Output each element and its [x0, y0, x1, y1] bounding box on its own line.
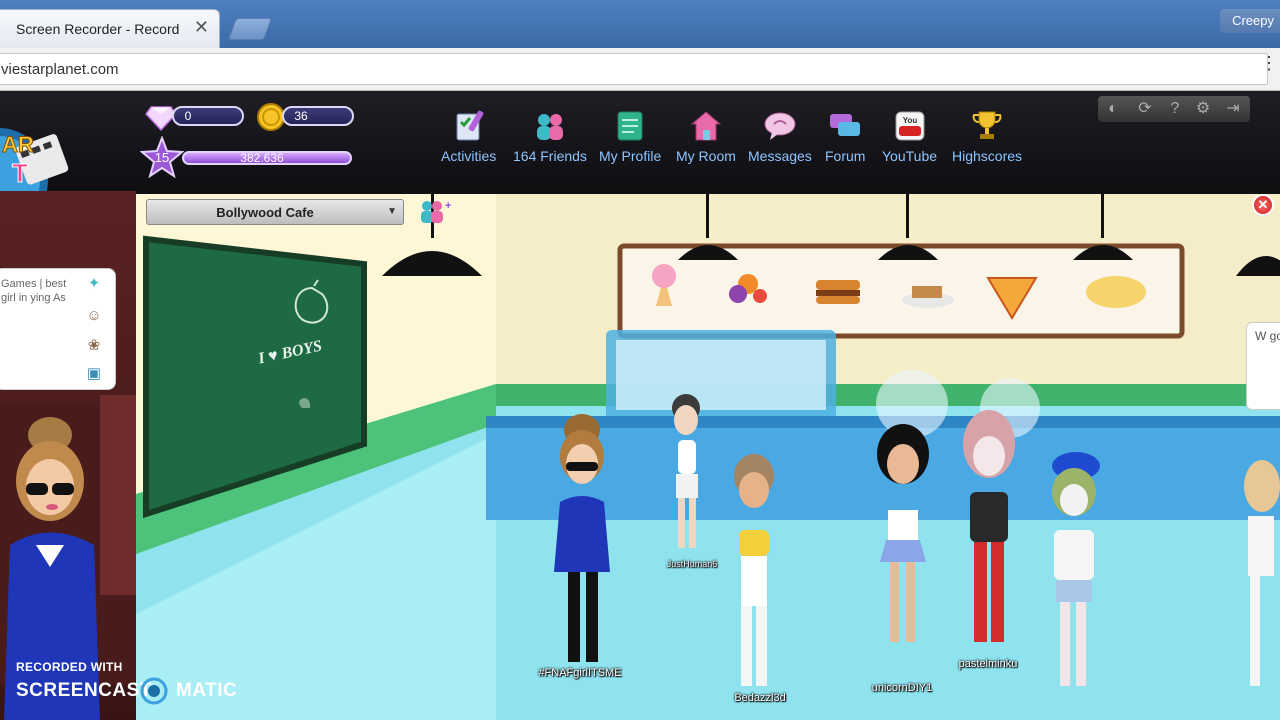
settings-icon[interactable]: ⚙	[1194, 100, 1212, 118]
speech-bubble: W go	[1246, 322, 1280, 410]
forum-icon	[830, 114, 861, 136]
level-number: 15	[154, 150, 170, 165]
nav-label: My Profile	[599, 148, 662, 164]
add-friends-icon[interactable]: +	[415, 197, 451, 225]
refresh-icon[interactable]: ⟳	[1136, 100, 1154, 118]
svg-text:AR: AR	[2, 132, 34, 157]
nav-label: Highscores	[952, 148, 1023, 164]
address-bar-area: viestarplanet.com ⋮	[0, 48, 1280, 91]
fame-value: 382.636	[240, 151, 284, 165]
chevron-down-icon: ▼	[387, 206, 397, 217]
nav-label: Activities	[441, 148, 497, 164]
trophy-icon	[972, 111, 1002, 139]
nav-my-profile[interactable]: My Profile	[599, 108, 661, 164]
browser-tab-bar: Screen Recorder - Record ✕ Creepy	[0, 0, 1280, 48]
svg-text:You: You	[902, 116, 917, 125]
avatar-face-icon[interactable]: ☺	[85, 307, 103, 325]
screencast-logo-icon	[140, 677, 168, 705]
nav-forum[interactable]: Forum	[825, 108, 865, 164]
address-input[interactable]: viestarplanet.com	[0, 53, 1268, 85]
avatar-partial[interactable]	[1236, 456, 1280, 696]
browser-menu-icon[interactable]: ⋮	[1260, 54, 1278, 72]
room-scene[interactable]	[136, 186, 1280, 720]
close-room-button[interactable]: ✕	[1252, 194, 1274, 216]
room-name: Bollywood Cafe	[216, 205, 314, 220]
nav-label: YouTube	[882, 148, 938, 164]
nav-label: 164 Friends	[513, 148, 587, 164]
help-icon[interactable]: ?	[1166, 100, 1184, 118]
new-tab-button[interactable]	[227, 18, 273, 40]
top-icon-bar: ◐ ⟳ ? ⚙ ⇥	[1098, 96, 1250, 122]
avatar-fnafgirl[interactable]	[546, 406, 626, 676]
nav-youtube[interactable]: You YouTube	[882, 108, 937, 164]
avatar-bedazzl3d[interactable]	[719, 446, 789, 696]
activities-icon	[456, 110, 483, 141]
watermark-screencast: SCREENCAST	[16, 680, 152, 701]
nav-activities[interactable]: Activities	[441, 108, 496, 164]
save-icon[interactable]: ▣	[85, 365, 103, 383]
nav-my-room[interactable]: My Room	[676, 108, 736, 164]
coin-count: 36	[294, 109, 308, 123]
chat-bubble: Games | best girl in ying As ✦ ☺ ❀ ▣	[0, 268, 116, 390]
avatar-name-tag: JustHuman6	[666, 559, 718, 569]
avatar-zombie[interactable]	[1026, 444, 1116, 704]
avatar-justhuman[interactable]	[656, 386, 716, 566]
nav-label: Forum	[825, 148, 866, 164]
profile-icon	[617, 111, 643, 141]
sound-icon[interactable]: ◐	[1104, 100, 1122, 118]
nav-friends[interactable]: 164 Friends	[513, 108, 587, 164]
svg-text:T: T	[12, 158, 28, 188]
profile-user-badge[interactable]: Creepy	[1220, 9, 1280, 33]
avatar-name-tag: Bedazzl3d	[734, 692, 786, 704]
friends-icon	[536, 114, 563, 140]
browser-tab[interactable]: Screen Recorder - Record ✕	[0, 9, 220, 48]
avatar-name-tag: unicornDIY1	[871, 682, 933, 694]
svg-text:+: +	[445, 200, 451, 212]
logout-icon[interactable]: ⇥	[1224, 100, 1242, 118]
nav-messages[interactable]: Messages	[748, 108, 812, 164]
messages-icon	[764, 112, 796, 140]
nav-label: My Room	[676, 148, 736, 164]
nav-highscores[interactable]: Highscores	[952, 108, 1022, 164]
avatar-pastelminku[interactable]	[944, 404, 1034, 664]
diamond-count: 0	[184, 109, 192, 123]
nav-label: Messages	[748, 148, 812, 164]
avatar-unicorndiy[interactable]	[858, 414, 948, 674]
avatar-name-tag: #FNAFgirlITSME	[538, 667, 622, 679]
chat-text: Games | best girl in ying As	[1, 278, 67, 304]
room-select-dropdown[interactable]: Bollywood Cafe ▼	[146, 199, 404, 225]
youtube-icon: You	[895, 111, 924, 141]
watermark-matic: MATIC	[176, 680, 238, 701]
person-icon[interactable]: ✦	[85, 275, 103, 293]
tab-title: Screen Recorder - Record	[16, 21, 180, 37]
avatar-name-tag: pastelminku	[958, 658, 1018, 670]
room-icon	[690, 111, 722, 141]
watermark-recorded-with: RECORDED WITH	[16, 660, 123, 674]
speech-text: W go	[1255, 329, 1280, 343]
url-text: viestarplanet.com	[1, 61, 119, 78]
pet-icon[interactable]: ❀	[85, 337, 103, 355]
close-tab-icon[interactable]: ✕	[194, 18, 209, 36]
